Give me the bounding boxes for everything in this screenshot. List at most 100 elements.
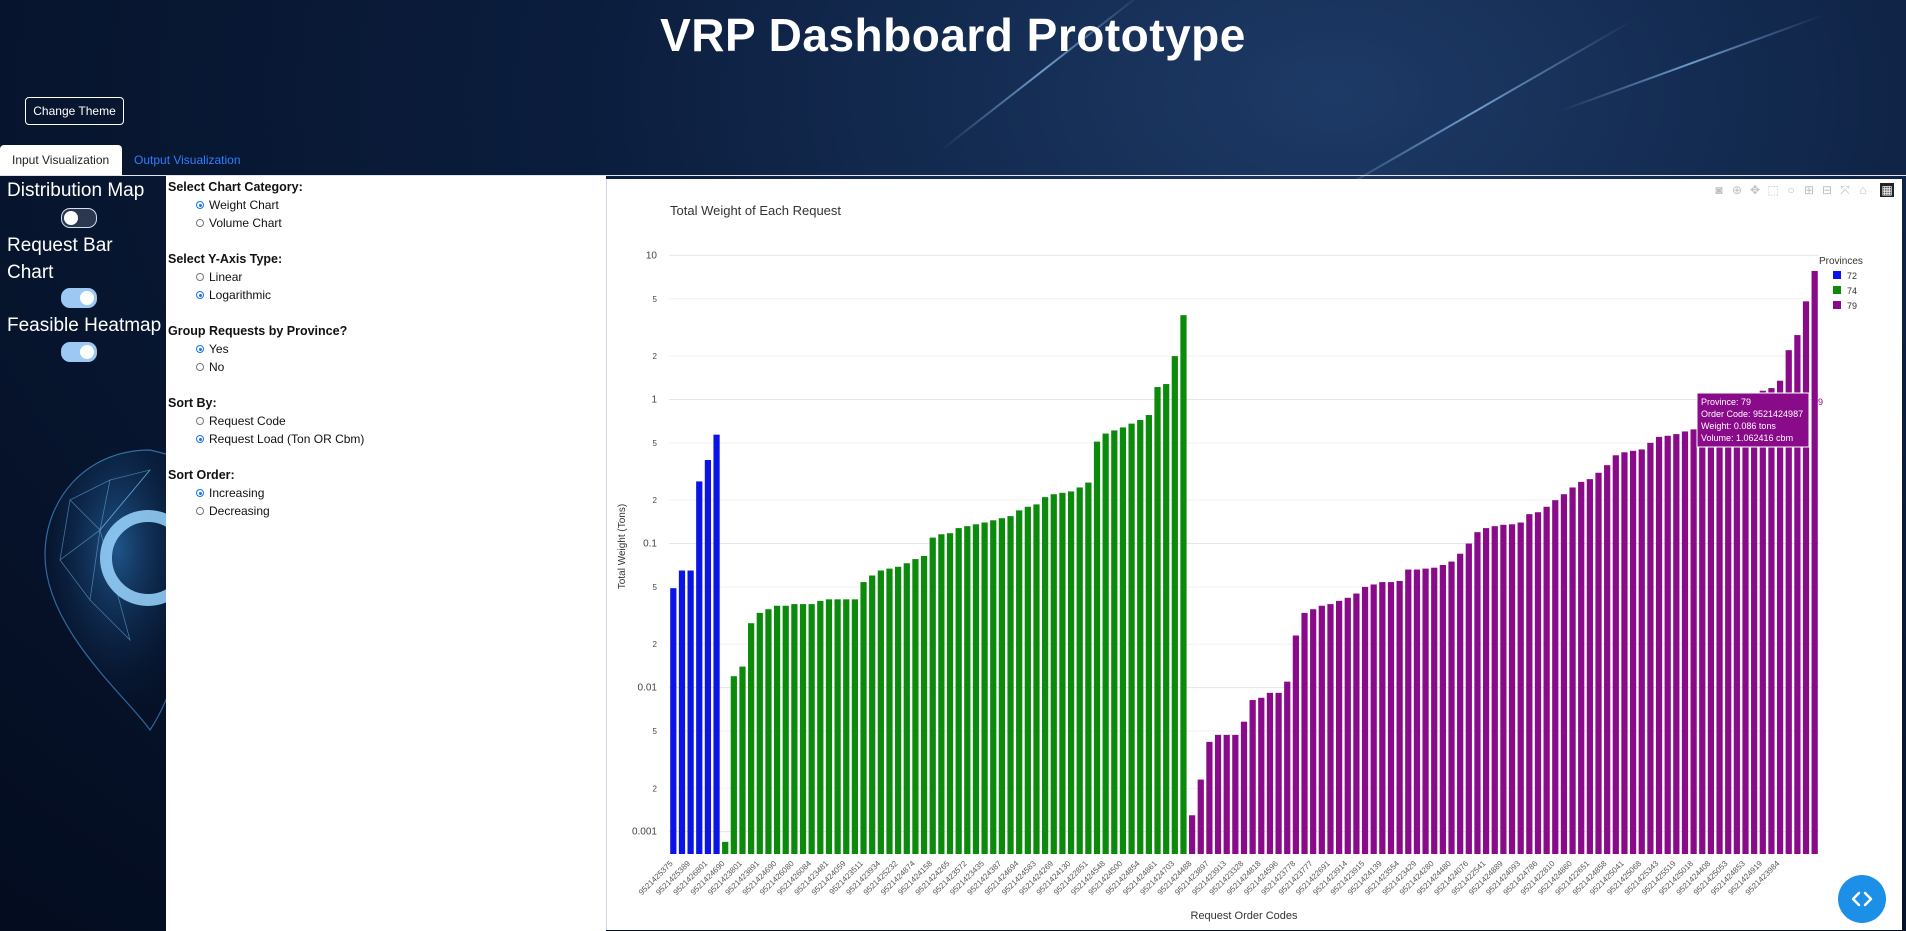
home-icon[interactable]: ⌂	[1856, 183, 1870, 197]
bar	[1266, 692, 1274, 854]
radio-volume-chart[interactable]: Volume Chart	[196, 216, 282, 230]
bar	[1569, 487, 1576, 854]
radio-logarithmic[interactable]: Logarithmic	[196, 288, 271, 302]
toggle-knob	[64, 211, 78, 225]
bar	[1725, 413, 1732, 854]
request-bar-chart-toggle[interactable]	[61, 288, 97, 308]
tab-output-visualization[interactable]: Output Visualization	[122, 145, 253, 175]
bar	[834, 599, 841, 854]
radio-sort-request-code[interactable]: Request Code	[196, 414, 286, 428]
radio-group-no[interactable]: No	[196, 360, 224, 374]
feasible-heatmap-toggle[interactable]	[61, 342, 97, 362]
bar	[1751, 399, 1758, 854]
radio-increasing[interactable]: Increasing	[196, 486, 264, 500]
bar	[1431, 567, 1438, 854]
bar	[1024, 506, 1031, 854]
weight-bar-chart[interactable]: 0.001 2 5 0.01 2 5 0.1 2 5 1 2 5 10 Total Weight of E…	[607, 179, 1902, 930]
bar	[1405, 569, 1412, 854]
bar	[1093, 441, 1101, 854]
bar	[1690, 429, 1697, 854]
bar	[1534, 512, 1542, 854]
bar	[1379, 582, 1386, 854]
chart-controls-panel: Select Chart Category: Weight Chart Volu…	[166, 176, 606, 931]
radio-sort-request-load[interactable]: Request Load (Ton OR Cbm)	[196, 432, 364, 446]
bar	[1526, 514, 1533, 854]
bar	[678, 570, 686, 854]
zoom-icon[interactable]: ⊕	[1730, 183, 1744, 197]
bar	[972, 524, 980, 854]
chart-title: Total Weight of Each Request	[670, 203, 841, 218]
radio-label: Increasing	[209, 486, 265, 500]
bar	[1716, 420, 1723, 854]
camera-icon[interactable]: ◙	[1712, 183, 1726, 197]
hover-line: Order Code: 9521424987	[1701, 409, 1803, 419]
bar	[687, 570, 694, 854]
lasso-icon[interactable]: ○	[1784, 183, 1798, 197]
legend-swatch	[1833, 286, 1841, 294]
radio-label: Logarithmic	[209, 288, 272, 302]
y-tick-label: 5	[653, 295, 658, 304]
radio-linear[interactable]: Linear	[196, 270, 242, 284]
pan-icon[interactable]: ✥	[1748, 183, 1762, 197]
bar	[1361, 586, 1369, 854]
bar	[1370, 584, 1377, 854]
bar	[1301, 612, 1308, 854]
bar	[1560, 494, 1568, 854]
bar	[1284, 681, 1291, 854]
bar	[1699, 426, 1706, 854]
radio-label: Yes	[209, 342, 229, 356]
bar	[1595, 472, 1602, 854]
bar	[1206, 741, 1213, 854]
bar	[990, 520, 997, 854]
bar	[704, 460, 712, 854]
bar	[1612, 455, 1619, 854]
bar	[1189, 815, 1196, 854]
hover-line: Volume: 1.062416 cbm	[1701, 433, 1793, 443]
radio-label: No	[209, 360, 225, 374]
y-tick-label: 5	[653, 583, 658, 592]
y-axis-title: Total Weight (Tons)	[617, 504, 628, 589]
y-tick-label: 2	[653, 640, 658, 649]
bar	[748, 623, 755, 854]
autoscale-icon[interactable]: ⤧	[1838, 183, 1852, 197]
request-bar-chart-label: Request Bar Chart	[7, 235, 113, 283]
radio-decreasing[interactable]: Decreasing	[196, 504, 270, 518]
radio-indicator	[196, 273, 204, 281]
radio-indicator	[196, 489, 204, 497]
radio-indicator	[196, 219, 204, 227]
radio-label: Request Code	[209, 414, 286, 428]
bar	[1638, 449, 1645, 854]
y-tick-label: 5	[653, 727, 658, 736]
bar	[1517, 522, 1524, 854]
radio-group-yes[interactable]: Yes	[196, 342, 229, 356]
sort-order-title: Sort Order:	[168, 468, 235, 482]
change-theme-button[interactable]: Change Theme	[25, 97, 124, 125]
bar	[1508, 524, 1516, 854]
zoom-in-icon[interactable]: ⊞	[1802, 183, 1816, 197]
distribution-map-toggle[interactable]	[61, 208, 97, 228]
bar	[1482, 528, 1490, 854]
bar	[1586, 479, 1593, 854]
page-title: VRP Dashboard Prototype	[660, 9, 1246, 61]
box-select-icon[interactable]: ⬚	[1766, 183, 1780, 197]
bar	[1258, 697, 1265, 854]
legend-entry: 74	[1847, 286, 1857, 296]
radio-label: Weight Chart	[209, 198, 279, 212]
toggle-knob	[80, 345, 94, 359]
bar	[1802, 301, 1810, 854]
bar	[869, 575, 876, 854]
code-toggle-button[interactable]	[1838, 875, 1886, 923]
bar	[1154, 387, 1161, 854]
bar	[670, 588, 677, 854]
radio-weight-chart[interactable]: Weight Chart	[196, 198, 279, 212]
bar	[1076, 487, 1083, 854]
radio-label: Decreasing	[209, 504, 270, 518]
plotly-logo-icon[interactable]: ▦	[1880, 183, 1894, 197]
tab-input-visualization[interactable]: Input Visualization	[0, 145, 122, 175]
x-axis-title: Request Order Codes	[1191, 910, 1298, 922]
zoom-out-icon[interactable]: ⊟	[1820, 183, 1834, 197]
chart-area: 0.001 2 5 0.01 2 5 0.1 2 5 1 2 5 10 Total Weight of E…	[606, 179, 1902, 930]
bar	[1811, 270, 1818, 855]
bar	[1327, 604, 1334, 854]
y-tick-label: 2	[653, 784, 658, 793]
